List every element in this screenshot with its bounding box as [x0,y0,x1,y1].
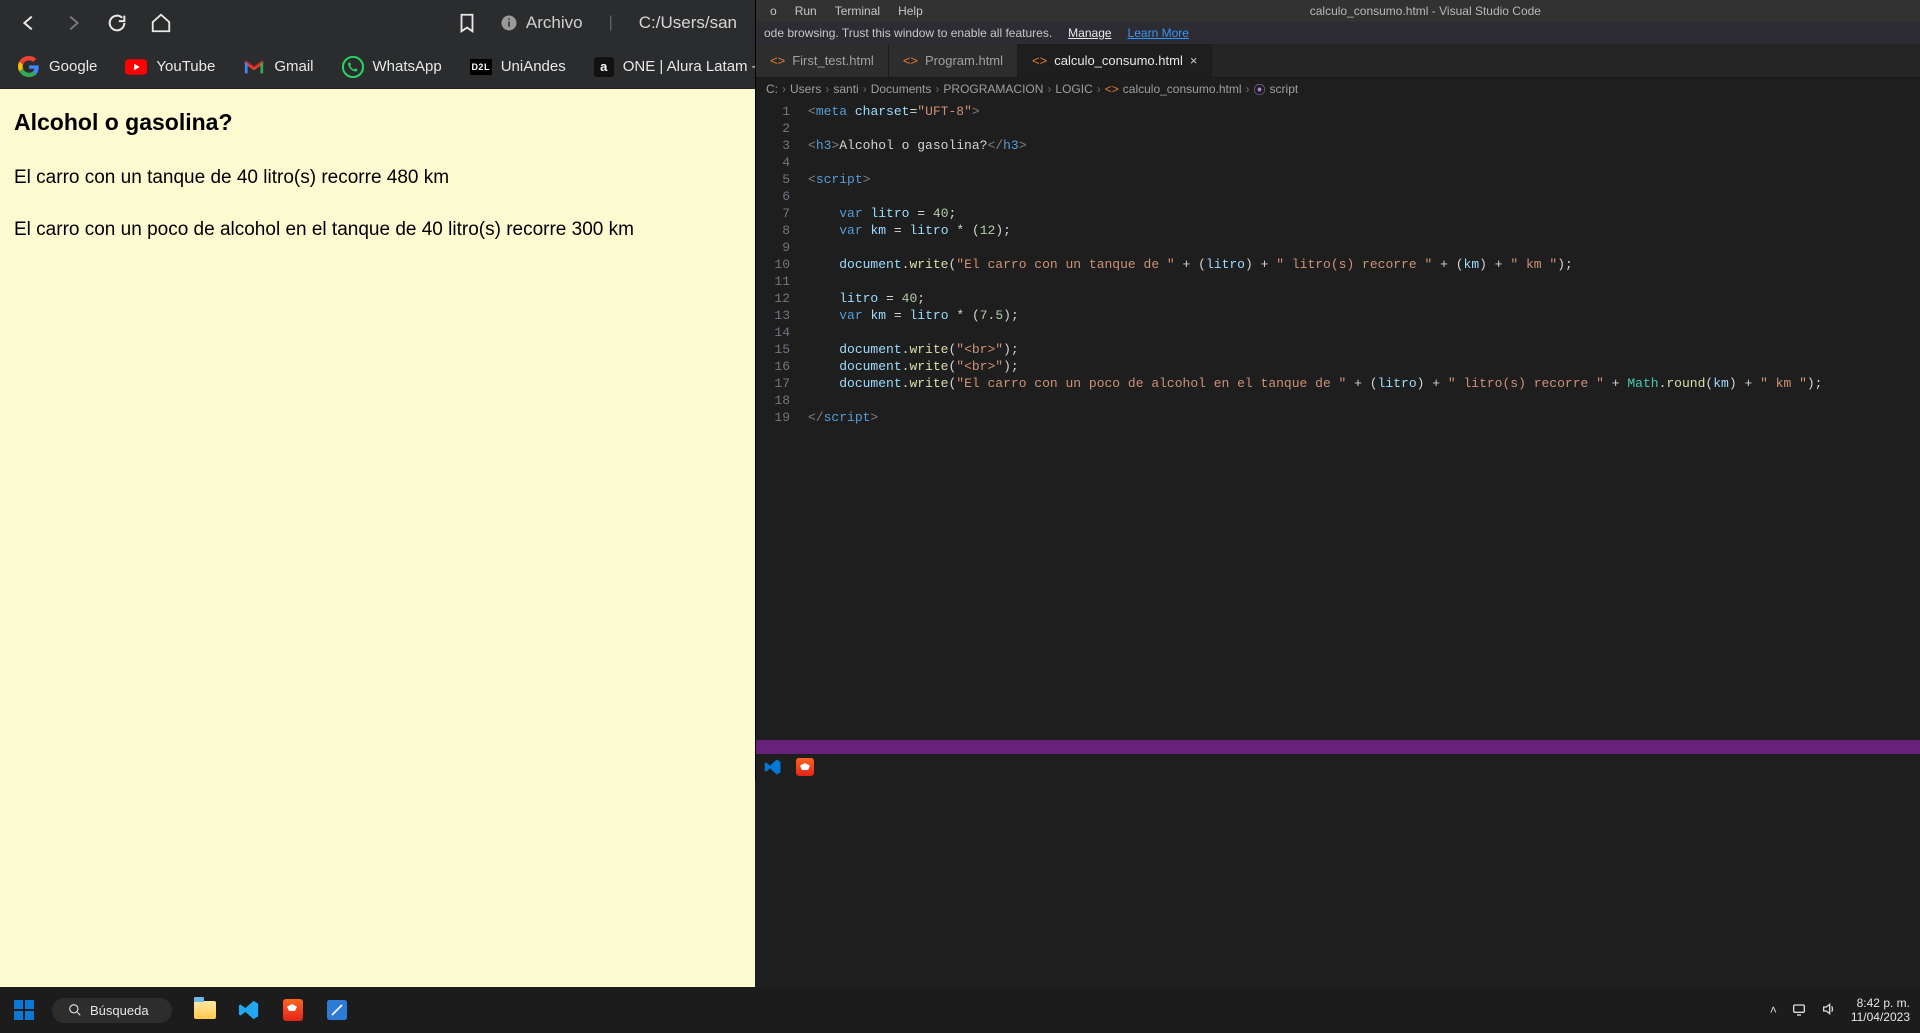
menu-run[interactable]: Run [787,2,825,20]
address-separator: | [605,14,617,32]
close-icon[interactable]: × [1190,53,1198,68]
search-placeholder: Búsqueda [90,1003,149,1018]
breadcrumb-item[interactable]: PROGRAMACION [943,82,1043,96]
gmail-icon [243,56,265,78]
address-bar[interactable]: C:/Users/san [639,13,737,33]
banner-manage-link[interactable]: Manage [1068,26,1111,40]
file-explorer-icon[interactable] [192,997,218,1023]
youtube-icon [125,56,147,78]
whatsapp-icon [342,56,364,78]
banner-text: ode browsing. Trust this window to enabl… [764,26,1052,40]
page-fill [0,780,755,987]
breadcrumb-item[interactable]: Documents [871,82,932,96]
vscode-lower-icons [756,754,1920,780]
taskbar-search[interactable]: Búsqueda [52,998,172,1023]
html-file-icon: <> [770,53,785,68]
vscode-window: o Run Terminal Help calculo_consumo.html… [755,0,1920,780]
html-file-icon: <> [903,53,918,68]
vscode-icon[interactable] [236,997,262,1023]
back-icon[interactable] [18,12,40,34]
breadcrumb-item[interactable]: C: [766,82,778,96]
bookmarks-bar: Google YouTube Gmail WhatsApp D2L UniAnd… [0,45,755,89]
taskbar-pinned-apps [192,997,350,1023]
tab-calculo-consumo[interactable]: <> calculo_consumo.html × [1018,44,1212,77]
line-number-gutter: 12345678910111213141516171819 [756,100,804,740]
app-icon[interactable] [324,997,350,1023]
page-line-1: El carro con un tanque de 40 litro(s) re… [14,164,741,193]
breadcrumb-item[interactable]: calculo_consumo.html [1123,82,1242,96]
breadcrumb-item[interactable]: Users [790,82,821,96]
clock-time: 8:42 p. m. [1851,996,1910,1010]
d2l-icon: D2L [470,59,492,75]
volume-icon[interactable] [1821,1001,1837,1020]
bookmark-label: WhatsApp [373,58,442,75]
menu-terminal[interactable]: Terminal [827,2,888,20]
rendered-page: Alcohol o gasolina? El carro con un tanq… [0,89,755,780]
reload-icon[interactable] [106,12,128,34]
tab-label: Program.html [925,53,1003,68]
start-button[interactable] [10,996,38,1024]
page-line-2: El carro con un poco de alcohol en el ta… [14,216,741,245]
bookmark-gmail[interactable]: Gmail [243,56,313,78]
windows-taskbar: Búsqueda ˄ 8:42 p. m. 11/04/2023 [0,987,1920,1033]
breadcrumbs[interactable]: C:› Users› santi› Documents› PROGRAMACIO… [756,78,1920,100]
browser-toolbar: Archivo | C:/Users/san [0,0,755,45]
bookmark-label: Gmail [274,58,313,75]
home-icon[interactable] [150,12,172,34]
breadcrumb-item[interactable]: script [1270,82,1299,96]
file-origin-chip[interactable]: Archivo [500,13,583,33]
brave-icon[interactable] [280,997,306,1023]
html-file-icon: <> [1105,82,1119,96]
bookmark-alura[interactable]: a ONE | Alura Latam -... [594,57,769,77]
symbol-icon: ⦿ [1254,81,1266,98]
menu-help[interactable]: Help [890,2,931,20]
bookmark-youtube[interactable]: YouTube [125,56,215,78]
banner-learn-link[interactable]: Learn More [1128,26,1189,40]
breadcrumb-item[interactable]: santi [833,82,858,96]
bookmark-label: YouTube [156,58,215,75]
brave-icon[interactable] [796,758,814,776]
file-origin-label: Archivo [526,13,583,33]
alura-icon: a [594,57,614,77]
forward-icon[interactable] [62,12,84,34]
editor-tabs: <> First_test.html <> Program.html <> ca… [756,44,1920,78]
panel-bar[interactable] [756,740,1920,754]
clock-date: 11/04/2023 [1851,1010,1910,1024]
page-heading: Alcohol o gasolina? [14,105,741,140]
vscode-title: calculo_consumo.html - Visual Studio Cod… [931,4,1920,18]
restricted-mode-banner: ode browsing. Trust this window to enabl… [756,22,1920,44]
menu-go[interactable]: o [762,2,785,20]
vscode-menus: o Run Terminal Help [756,2,931,20]
vscode-titlebar: o Run Terminal Help calculo_consumo.html… [756,0,1920,22]
taskbar-right: ˄ 8:42 p. m. 11/04/2023 [1770,996,1910,1024]
bookmark-icon[interactable] [456,12,478,34]
html-file-icon: <> [1032,53,1047,68]
bookmark-label: Google [49,58,97,75]
tab-first-test[interactable]: <> First_test.html [756,44,889,77]
chevron-up-icon[interactable]: ˄ [1770,1003,1777,1017]
code-editor[interactable]: 12345678910111213141516171819 <meta char… [756,100,1920,740]
bookmark-whatsapp[interactable]: WhatsApp [342,56,442,78]
network-icon[interactable] [1791,1001,1807,1020]
code-content[interactable]: <meta charset="UFT-8"> <h3>Alcohol o gas… [804,100,1920,740]
browser-window: Archivo | C:/Users/san Google YouTube Gm… [0,0,755,780]
tab-label: calculo_consumo.html [1054,53,1183,68]
vscode-icon[interactable] [764,758,782,776]
tab-program[interactable]: <> Program.html [889,44,1018,77]
bookmark-label: ONE | Alura Latam -... [623,58,769,75]
bookmark-label: UniAndes [501,58,566,75]
bookmark-uniandes[interactable]: D2L UniAndes [470,58,566,75]
vscode-fill [755,780,1920,987]
taskbar-clock[interactable]: 8:42 p. m. 11/04/2023 [1851,996,1910,1024]
tab-label: First_test.html [792,53,874,68]
breadcrumb-item[interactable]: LOGIC [1055,82,1092,96]
bookmark-google[interactable]: Google [18,56,97,78]
google-icon [18,56,40,78]
address-url: C:/Users/san [639,13,737,33]
